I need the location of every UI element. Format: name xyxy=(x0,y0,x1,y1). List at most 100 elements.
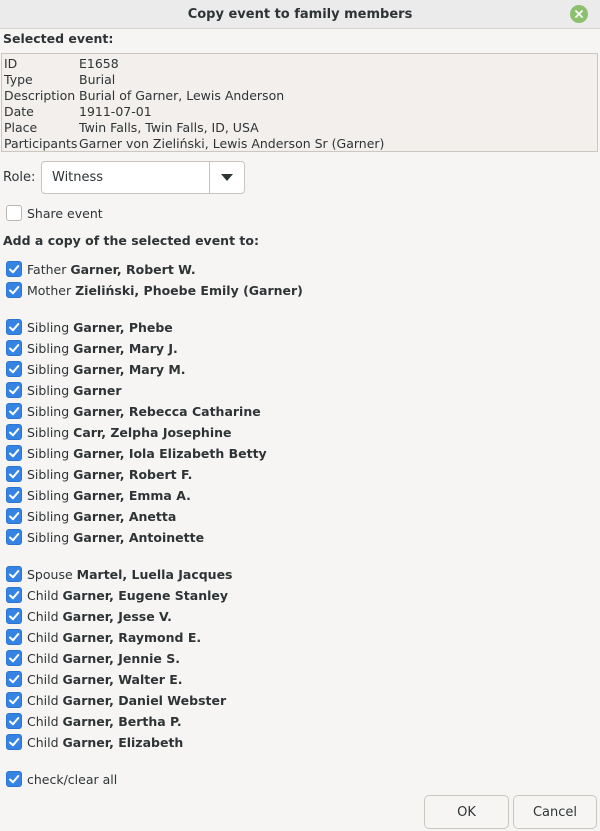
checkbox-checked-icon xyxy=(6,771,22,787)
add-copy-heading: Add a copy of the selected event to: xyxy=(3,233,259,248)
event-field-label: Date xyxy=(4,104,34,119)
member-name: Carr, Zelpha Josephine xyxy=(73,424,232,440)
member-name: Garner, Emma A. xyxy=(73,487,191,503)
member-checkbox-row[interactable]: Sibling Garner, Phebe xyxy=(6,318,173,336)
event-field-value: Burial xyxy=(79,72,116,87)
member-checkbox-row[interactable]: Child Garner, Jesse V. xyxy=(6,607,172,625)
event-field-value: 1911-07-01 xyxy=(79,104,152,119)
member-checkbox-row[interactable]: Sibling Carr, Zelpha Josephine xyxy=(6,423,231,441)
member-relation: Child xyxy=(27,713,59,729)
member-name: Garner, Jesse V. xyxy=(62,608,172,624)
member-checkbox-row[interactable]: Child Garner, Bertha P. xyxy=(6,712,182,730)
checkbox-checked-icon xyxy=(6,382,22,398)
member-relation: Sibling xyxy=(27,382,70,398)
event-row: Type Burial xyxy=(2,72,597,88)
check-clear-all-label: check/clear all xyxy=(27,771,118,787)
member-name: Garner, Walter E. xyxy=(62,671,183,687)
member-name: Martel, Luella Jacques xyxy=(76,566,233,582)
event-field-value: Garner von Zieliński, Lewis Anderson Sr … xyxy=(79,136,385,151)
dropdown-button[interactable] xyxy=(209,162,244,193)
event-field-label: Description xyxy=(4,88,76,103)
checkbox-checked-icon xyxy=(6,445,22,461)
member-checkbox-row[interactable]: Sibling Garner, Mary J. xyxy=(6,339,178,357)
member-name: Garner xyxy=(73,382,122,398)
checkbox-checked-icon xyxy=(6,487,22,503)
cancel-button[interactable]: Cancel xyxy=(513,795,597,829)
event-field-label: Type xyxy=(4,72,33,87)
checkbox-unchecked-icon xyxy=(6,205,22,221)
member-checkbox-row[interactable]: Sibling Garner, Iola Elizabeth Betty xyxy=(6,444,267,462)
event-field-value: E1658 xyxy=(79,56,119,71)
event-row: Participants Garner von Zieliński, Lewis … xyxy=(2,136,597,152)
member-checkbox-row[interactable]: Sibling Garner, Mary M. xyxy=(6,360,186,378)
title-bar: Copy event to family members xyxy=(0,0,600,29)
event-field-value: Burial of Garner, Lewis Anderson xyxy=(79,88,285,103)
member-checkbox-row[interactable]: Child Garner, Eugene Stanley xyxy=(6,586,228,604)
member-checkbox-row[interactable]: Child Garner, Elizabeth xyxy=(6,733,183,751)
member-checkbox-row[interactable]: Sibling Garner, Antoinette xyxy=(6,528,204,546)
member-checkbox-row[interactable]: Child Garner, Daniel Webster xyxy=(6,691,226,709)
checkbox-checked-icon xyxy=(6,361,22,377)
member-relation: Child xyxy=(27,587,59,603)
check-clear-all-checkbox[interactable]: check/clear all xyxy=(6,770,117,788)
member-name: Zieliński, Phoebe Emily (Garner) xyxy=(75,282,303,298)
checkbox-checked-icon xyxy=(6,282,22,298)
member-name: Garner, Robert W. xyxy=(70,261,196,277)
checkbox-checked-icon xyxy=(6,713,22,729)
member-name: Garner, Mary J. xyxy=(73,340,178,356)
member-relation: Sibling xyxy=(27,340,70,356)
checkbox-checked-icon xyxy=(6,466,22,482)
event-field-label: Participants xyxy=(4,136,78,151)
event-field-value: Twin Falls, Twin Falls, ID, USA xyxy=(79,120,259,135)
checkbox-checked-icon xyxy=(6,403,22,419)
event-row: ID E1658 xyxy=(2,56,597,72)
dropdown-arrow-icon xyxy=(221,174,233,181)
event-row: Place Twin Falls, Twin Falls, ID, USA xyxy=(2,120,597,136)
member-relation: Father xyxy=(27,261,67,277)
event-field-label: Place xyxy=(4,120,38,135)
event-row: Description Burial of Garner, Lewis Ander… xyxy=(2,88,597,104)
member-relation: Child xyxy=(27,734,59,750)
member-name: Garner, Jennie S. xyxy=(62,650,180,666)
member-checkbox-row[interactable]: Sibling Garner, Emma A. xyxy=(6,486,191,504)
checkbox-checked-icon xyxy=(6,566,22,582)
member-checkbox-row[interactable]: Spouse Martel, Luella Jacques xyxy=(6,565,233,583)
ok-button[interactable]: OK xyxy=(424,795,509,829)
member-relation: Child xyxy=(27,671,59,687)
member-relation: Sibling xyxy=(27,508,70,524)
member-relation: Sibling xyxy=(27,529,70,545)
member-name: Garner, Antoinette xyxy=(73,529,205,545)
checkbox-checked-icon xyxy=(6,692,22,708)
member-checkbox-row[interactable]: Child Garner, Walter E. xyxy=(6,670,183,688)
checkbox-checked-icon xyxy=(6,508,22,524)
member-name: Garner, Robert F. xyxy=(73,466,193,482)
share-event-label: Share event xyxy=(27,205,103,221)
member-name: Garner, Elizabeth xyxy=(62,734,184,750)
member-name: Garner, Mary M. xyxy=(73,361,186,377)
dialog-title: Copy event to family members xyxy=(187,6,413,22)
member-checkbox-row[interactable]: Sibling Garner, Anetta xyxy=(6,507,176,525)
checkbox-checked-icon xyxy=(6,671,22,687)
member-checkbox-row[interactable]: Sibling Garner, Rebecca Catharine xyxy=(6,402,261,420)
close-button[interactable] xyxy=(570,5,588,23)
member-name: Garner, Raymond E. xyxy=(62,629,202,645)
member-name: Garner, Eugene Stanley xyxy=(62,587,229,603)
member-checkbox-row[interactable]: Child Garner, Jennie S. xyxy=(6,649,180,667)
member-checkbox-row[interactable]: Sibling Garner, Robert F. xyxy=(6,465,192,483)
role-dropdown[interactable]: Witness xyxy=(41,161,245,194)
member-checkbox-row[interactable]: Child Garner, Raymond E. xyxy=(6,628,201,646)
selected-event-heading: Selected event: xyxy=(3,31,114,46)
member-relation: Child xyxy=(27,650,59,666)
member-checkbox-row[interactable]: Sibling Garner xyxy=(6,381,122,399)
member-relation: Sibling xyxy=(27,361,70,377)
member-checkbox-row[interactable]: Father Garner, Robert W. xyxy=(6,260,196,278)
member-relation: Child xyxy=(27,608,59,624)
event-field-label: ID xyxy=(4,56,18,71)
checkbox-checked-icon xyxy=(6,319,22,335)
checkbox-checked-icon xyxy=(6,650,22,666)
member-relation: Child xyxy=(27,692,59,708)
member-checkbox-row[interactable]: Mother Zieliński, Phoebe Emily (Garner) xyxy=(6,281,303,299)
member-name: Garner, Anetta xyxy=(73,508,177,524)
member-relation: Sibling xyxy=(27,445,70,461)
share-event-checkbox[interactable]: Share event xyxy=(6,204,103,222)
